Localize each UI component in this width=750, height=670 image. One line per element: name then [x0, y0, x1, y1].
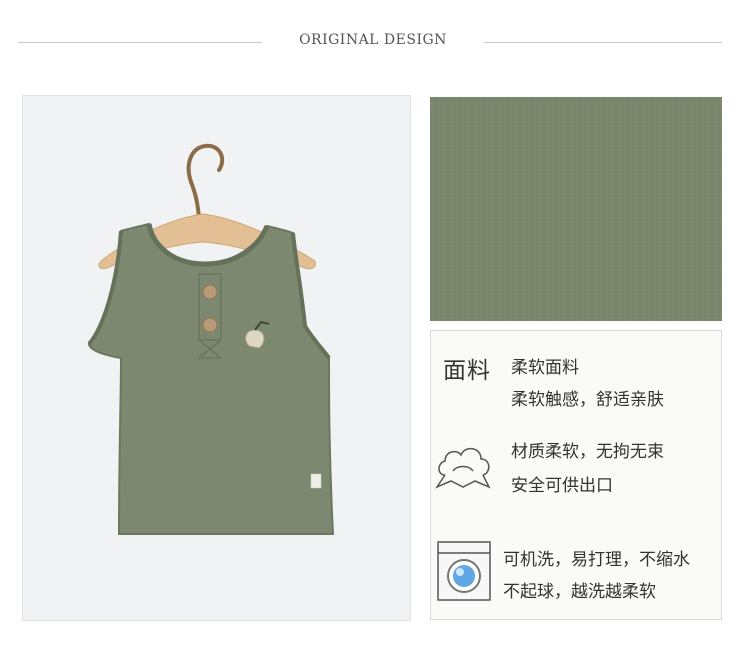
cloud-icon: [435, 447, 491, 489]
panel-heading: 面料: [443, 358, 491, 384]
section-title: ORIGINAL DESIGN: [299, 32, 447, 48]
soft-line1: 材质柔软，无拘无束: [511, 442, 664, 462]
soft-line2: 安全可供出口: [511, 476, 613, 496]
green-tank-top-photo-icon: [87, 143, 335, 535]
washing-machine-icon: [437, 541, 491, 601]
fabric-line2: 柔软触感，舒适亲肤: [511, 390, 664, 410]
fabric-line1: 柔软面料: [511, 358, 579, 378]
features-panel: 面料 柔软面料 柔软触感，舒适亲肤 材质柔软，无拘无束 安全可供出口 可机洗，易…: [430, 330, 722, 620]
section-header: ORIGINAL DESIGN: [0, 0, 750, 90]
wash-line2: 不起球，越洗越柔软: [503, 582, 656, 602]
fabric-swatch-icon: [430, 97, 722, 321]
wash-line1: 可机洗，易打理，不缩水: [503, 550, 690, 570]
header-left-divider: [18, 42, 262, 43]
fabric-swatch: [430, 97, 722, 321]
header-right-divider: [484, 42, 722, 43]
product-photo: [22, 95, 411, 621]
